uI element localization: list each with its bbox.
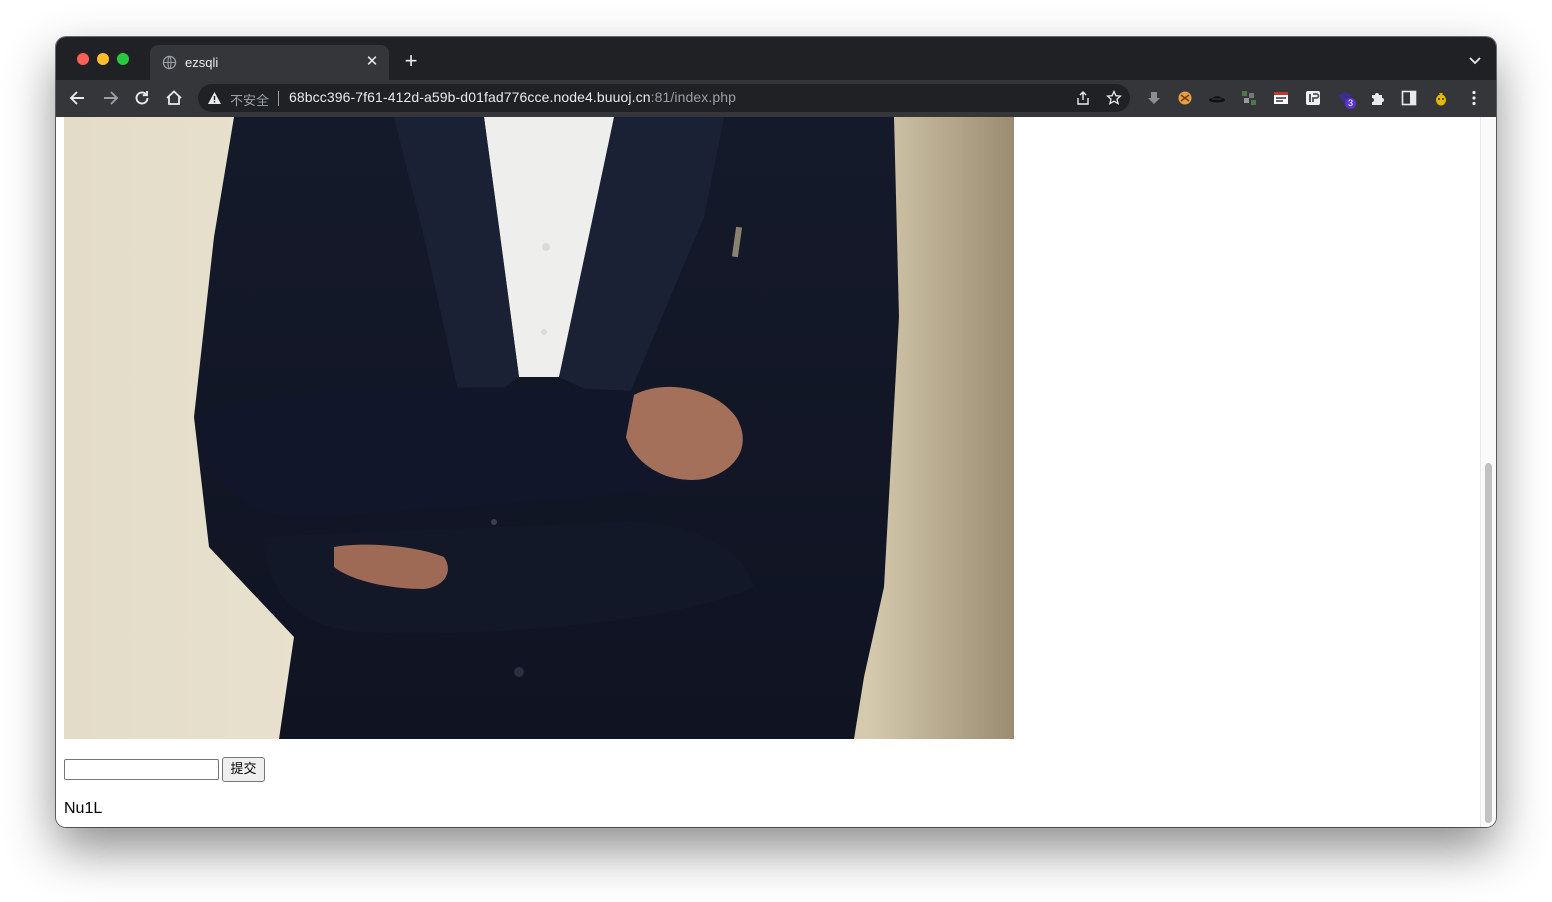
omnibox-separator: [278, 91, 279, 106]
url-host: 68bcc396-7f61-412d-a59b-d01fad776cce.nod…: [289, 89, 651, 105]
url-path: :81/index.php: [650, 89, 736, 105]
suit-photo: [64, 117, 1014, 739]
arrow-right-icon[interactable]: [100, 88, 120, 108]
reload-icon[interactable]: [132, 88, 152, 108]
download-arrow-extension-icon[interactable]: [1145, 89, 1163, 107]
tab-strip: ezsqli ✕ +: [56, 37, 1496, 80]
browser-toolbar: 不安全 68bcc396-7f61-412d-a59b-d01fad776cce…: [56, 80, 1496, 117]
page-content: 提交 Nu1L: [56, 117, 1496, 827]
puzzle-extension-icon[interactable]: [1369, 89, 1387, 107]
tab-title: ezsqli: [185, 55, 219, 70]
purple-extension-icon[interactable]: 3: [1336, 89, 1357, 109]
maximize-window-button[interactable]: [117, 53, 129, 65]
side-panel-icon[interactable]: [1400, 89, 1418, 107]
address-bar[interactable]: 不安全 68bcc396-7f61-412d-a59b-d01fad776cce…: [198, 84, 1130, 112]
result-text: Nu1L: [64, 800, 103, 817]
warning-icon[interactable]: [207, 91, 222, 105]
url-text[interactable]: 68bcc396-7f61-412d-a59b-d01fad776cce.nod…: [289, 89, 736, 105]
chevron-down-icon[interactable]: [1468, 53, 1482, 67]
close-icon[interactable]: ✕: [363, 53, 381, 71]
browser-window: ezsqli ✕ + 不安全 68bcc396-7f61-412d-a59b-d…: [56, 37, 1496, 827]
arrow-left-icon[interactable]: [68, 88, 88, 108]
query-input[interactable]: [64, 759, 219, 780]
share-icon[interactable]: [1075, 90, 1091, 106]
globe-icon: [162, 55, 177, 70]
hat-extension-icon[interactable]: [1208, 89, 1226, 107]
ip-extension-icon[interactable]: [1304, 89, 1322, 107]
home-icon[interactable]: [164, 88, 184, 108]
minimize-window-button[interactable]: [97, 53, 109, 65]
security-label[interactable]: 不安全: [230, 90, 269, 109]
extension-badge: 3: [1345, 98, 1357, 109]
star-icon[interactable]: [1106, 90, 1122, 106]
orange-circle-extension-icon[interactable]: [1176, 89, 1194, 107]
menu-icon[interactable]: [1465, 89, 1483, 107]
scrollbar-track[interactable]: [1480, 117, 1496, 827]
submit-button[interactable]: 提交: [222, 757, 265, 782]
card-extension-icon[interactable]: [1272, 89, 1290, 107]
plus-icon[interactable]: +: [400, 50, 422, 73]
close-window-button[interactable]: [77, 53, 89, 65]
tab-ezsqli[interactable]: ezsqli ✕: [150, 45, 389, 80]
scrollbar-thumb[interactable]: [1485, 463, 1492, 823]
yellow-extension-icon[interactable]: [1432, 89, 1450, 107]
grid-extension-icon[interactable]: [1240, 89, 1258, 107]
